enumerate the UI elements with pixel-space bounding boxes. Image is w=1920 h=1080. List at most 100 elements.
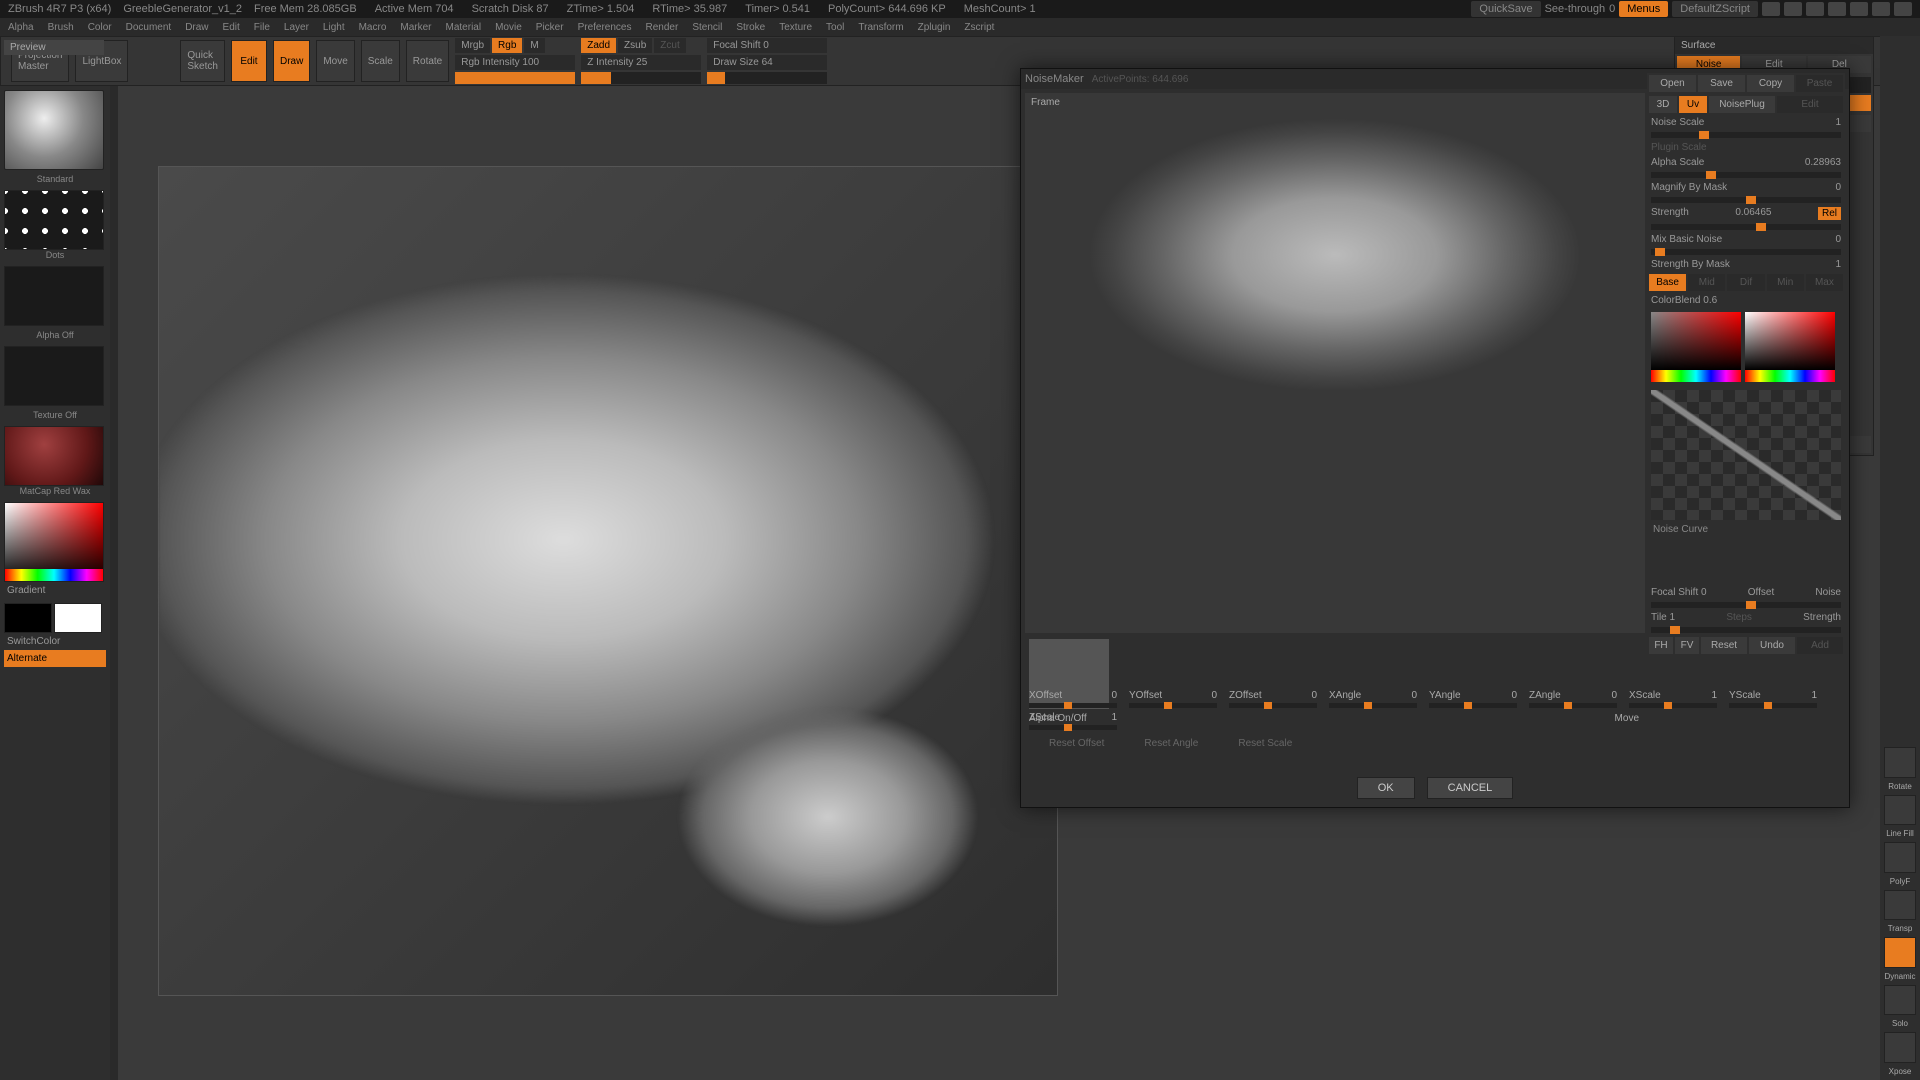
zoffset-slider[interactable] [1229,703,1317,708]
linefill-icon[interactable] [1884,795,1916,826]
copy-button[interactable]: Copy [1747,75,1794,92]
canvas[interactable] [158,166,1058,996]
yscale-slider[interactable] [1729,703,1817,708]
fv-button[interactable]: FV [1675,637,1699,654]
yscale-value[interactable]: 1 [1811,690,1817,701]
focal-shift2-slider[interactable] [1651,602,1841,608]
menu-texture[interactable]: Texture [779,22,812,33]
noise-curve-editor[interactable] [1651,390,1841,520]
frame-label[interactable]: Frame [1031,97,1060,108]
xscale-slider[interactable] [1629,703,1717,708]
polyf-icon[interactable] [1884,842,1916,873]
color-picker-a[interactable] [1651,312,1741,382]
menu-preferences[interactable]: Preferences [578,22,632,33]
edit-button[interactable]: Edit [231,40,267,82]
blend-mid[interactable]: Mid [1688,274,1725,291]
window-icon-4[interactable] [1828,2,1846,16]
texture-thumbnail[interactable] [4,346,104,406]
zscale-slider[interactable] [1029,725,1117,730]
draw-size-label[interactable]: Draw Size 64 [707,55,827,70]
menu-zscript[interactable]: Zscript [964,22,994,33]
3d-button[interactable]: 3D [1649,96,1677,113]
move-button[interactable]: Move [316,40,354,82]
menu-alpha[interactable]: Alpha [8,22,34,33]
menu-draw[interactable]: Draw [185,22,208,33]
save-button[interactable]: Save [1698,75,1745,92]
focal-shift2-value[interactable]: 0 [1701,587,1707,598]
color-picker[interactable] [4,502,104,582]
menu-marker[interactable]: Marker [400,22,431,33]
z-intensity-slider[interactable] [581,72,701,84]
menu-file[interactable]: File [254,22,270,33]
menu-document[interactable]: Document [126,22,172,33]
seethrough-value[interactable]: 0 [1609,3,1615,15]
mix-slider[interactable] [1651,249,1841,255]
color-swatch-black[interactable] [4,603,52,633]
scale-button[interactable]: Scale [361,40,400,82]
rgb-intensity-slider[interactable] [455,72,575,84]
zscale-value[interactable]: 1 [1111,712,1117,723]
close-icon[interactable] [1894,2,1912,16]
quicksketch-button[interactable]: Quick Sketch [180,40,225,82]
z-intensity-label[interactable]: Z Intensity 25 [581,55,701,70]
noise-preview[interactable]: Frame [1025,93,1645,633]
dynamic-icon[interactable] [1884,937,1916,968]
paste-button[interactable]: Paste [1796,75,1843,92]
xoffset-value[interactable]: 0 [1111,690,1117,701]
menu-zplugin[interactable]: Zplugin [918,22,951,33]
zoffset-value[interactable]: 0 [1311,690,1317,701]
defaultscript-button[interactable]: DefaultZScript [1672,1,1758,17]
menu-edit[interactable]: Edit [223,22,240,33]
transp-icon[interactable] [1884,890,1916,921]
menu-transform[interactable]: Transform [858,22,903,33]
reset-scale-button[interactable]: Reset Scale [1238,738,1292,749]
rotate-button[interactable]: Rotate [406,40,449,82]
gradient-button[interactable]: Gradient [4,582,106,599]
menu-light[interactable]: Light [323,22,345,33]
strength-value[interactable]: 0.06465 [1735,207,1771,220]
focal-shift-label[interactable]: Focal Shift 0 [707,38,827,53]
blend-base[interactable]: Base [1649,274,1686,291]
menu-brush[interactable]: Brush [48,22,74,33]
rgb-button[interactable]: Rgb [492,38,522,53]
menu-tool[interactable]: Tool [826,22,844,33]
menu-picker[interactable]: Picker [536,22,564,33]
cancel-button[interactable]: CANCEL [1427,777,1514,799]
zcut-button[interactable]: Zcut [654,38,685,53]
blend-min[interactable]: Min [1767,274,1804,291]
mrgb-button[interactable]: Mrgb [455,38,490,53]
maximize-icon[interactable] [1872,2,1890,16]
magnify-value[interactable]: 0 [1835,182,1841,193]
m-button[interactable]: M [524,38,544,53]
tile-value[interactable]: 1 [1670,612,1676,623]
menu-stencil[interactable]: Stencil [692,22,722,33]
alpha-scale-slider[interactable] [1651,172,1841,178]
noise-scale-slider[interactable] [1651,132,1841,138]
noise-scale-value[interactable]: 1 [1835,117,1841,128]
brush-thumbnail[interactable] [4,90,104,170]
window-icon-3[interactable] [1806,2,1824,16]
window-icon-2[interactable] [1784,2,1802,16]
uv-button[interactable]: Uv [1679,96,1707,113]
blend-dif[interactable]: Dif [1727,274,1764,291]
yoffset-value[interactable]: 0 [1211,690,1217,701]
ok-button[interactable]: OK [1357,777,1415,799]
menu-render[interactable]: Render [646,22,679,33]
yangle-slider[interactable] [1429,703,1517,708]
yoffset-slider[interactable] [1129,703,1217,708]
xpose-icon[interactable] [1884,1032,1916,1063]
window-icon-1[interactable] [1762,2,1780,16]
menu-material[interactable]: Material [446,22,482,33]
menu-color[interactable]: Color [88,22,112,33]
noiseplug-button[interactable]: NoisePlug [1709,96,1775,113]
zangle-slider[interactable] [1529,703,1617,708]
draw-button[interactable]: Draw [273,40,310,82]
menu-macro[interactable]: Macro [359,22,387,33]
strength-mask-value[interactable]: 1 [1835,259,1841,270]
add-button[interactable]: Add [1797,637,1843,654]
zadd-button[interactable]: Zadd [581,38,616,53]
rgb-intensity-label[interactable]: Rgb Intensity 100 [455,55,575,70]
color-swatch-white[interactable] [54,603,102,633]
reset-offset-button[interactable]: Reset Offset [1049,738,1104,749]
yangle-value[interactable]: 0 [1511,690,1517,701]
